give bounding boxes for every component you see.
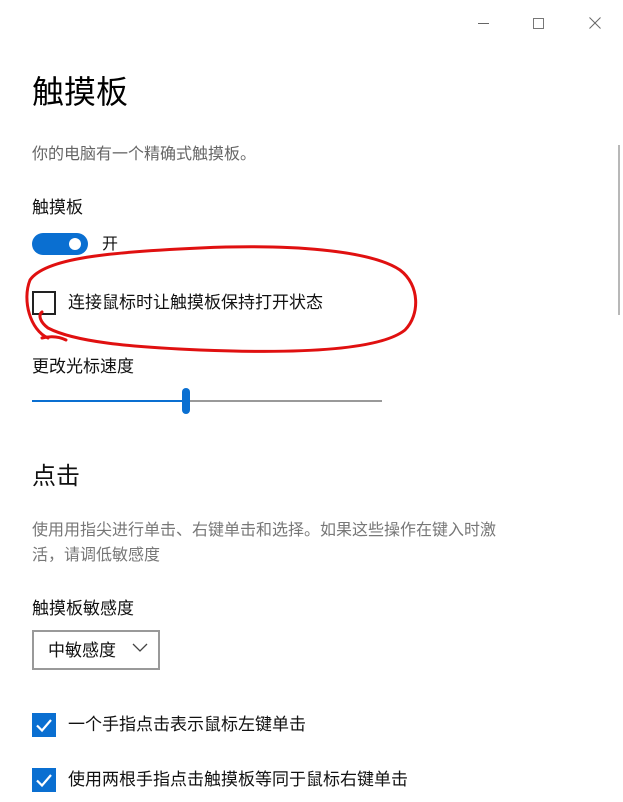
sensitivity-value: 中敏感度 [48, 641, 116, 661]
two-finger-tap-checkbox[interactable] [32, 768, 56, 792]
single-finger-tap-label: 一个手指点击表示鼠标左键单击 [68, 715, 306, 735]
two-finger-tap-label: 使用两根手指点击触摸板等同于鼠标右键单击 [68, 770, 408, 790]
taps-section-title: 点击 [32, 462, 80, 490]
sensitivity-dropdown[interactable]: 中敏感度 [32, 630, 160, 670]
single-finger-tap-checkbox[interactable] [32, 713, 56, 737]
minimize-button[interactable] [460, 0, 506, 46]
scrollbar[interactable] [618, 145, 620, 315]
checkmark-icon [36, 774, 52, 788]
cursor-speed-slider[interactable] [32, 388, 382, 414]
title-bar [0, 0, 623, 46]
close-button[interactable] [572, 0, 618, 46]
close-icon [589, 17, 601, 29]
toggle-state-label: 开 [102, 234, 119, 253]
minimize-icon [477, 22, 489, 24]
maximize-icon [532, 17, 544, 29]
checkmark-icon [36, 719, 52, 733]
taps-description-line1: 使用用指尖进行单击、右键单击和选择。如果这些操作在键入时激 [32, 520, 497, 539]
keep-on-with-mouse-checkbox[interactable] [32, 291, 56, 315]
taps-description-line2: 活，请调低敏感度 [32, 545, 161, 564]
touchpad-label: 触摸板 [32, 198, 83, 218]
touchpad-toggle[interactable] [32, 233, 88, 255]
chevron-down-icon [132, 643, 148, 652]
sensitivity-label: 触摸板敏感度 [32, 599, 134, 619]
cursor-speed-label: 更改光标速度 [32, 357, 134, 377]
slider-fill [32, 400, 186, 402]
toggle-knob [69, 238, 81, 250]
maximize-button[interactable] [515, 0, 561, 46]
slider-thumb[interactable] [182, 388, 190, 414]
keep-on-with-mouse-label: 连接鼠标时让触摸板保持打开状态 [68, 293, 323, 313]
page-description: 你的电脑有一个精确式触摸板。 [32, 144, 257, 163]
settings-window: 触摸板 你的电脑有一个精确式触摸板。 触摸板 开 连接鼠标时让触摸板保持打开状态… [0, 0, 623, 802]
page-title: 触摸板 [32, 73, 129, 111]
